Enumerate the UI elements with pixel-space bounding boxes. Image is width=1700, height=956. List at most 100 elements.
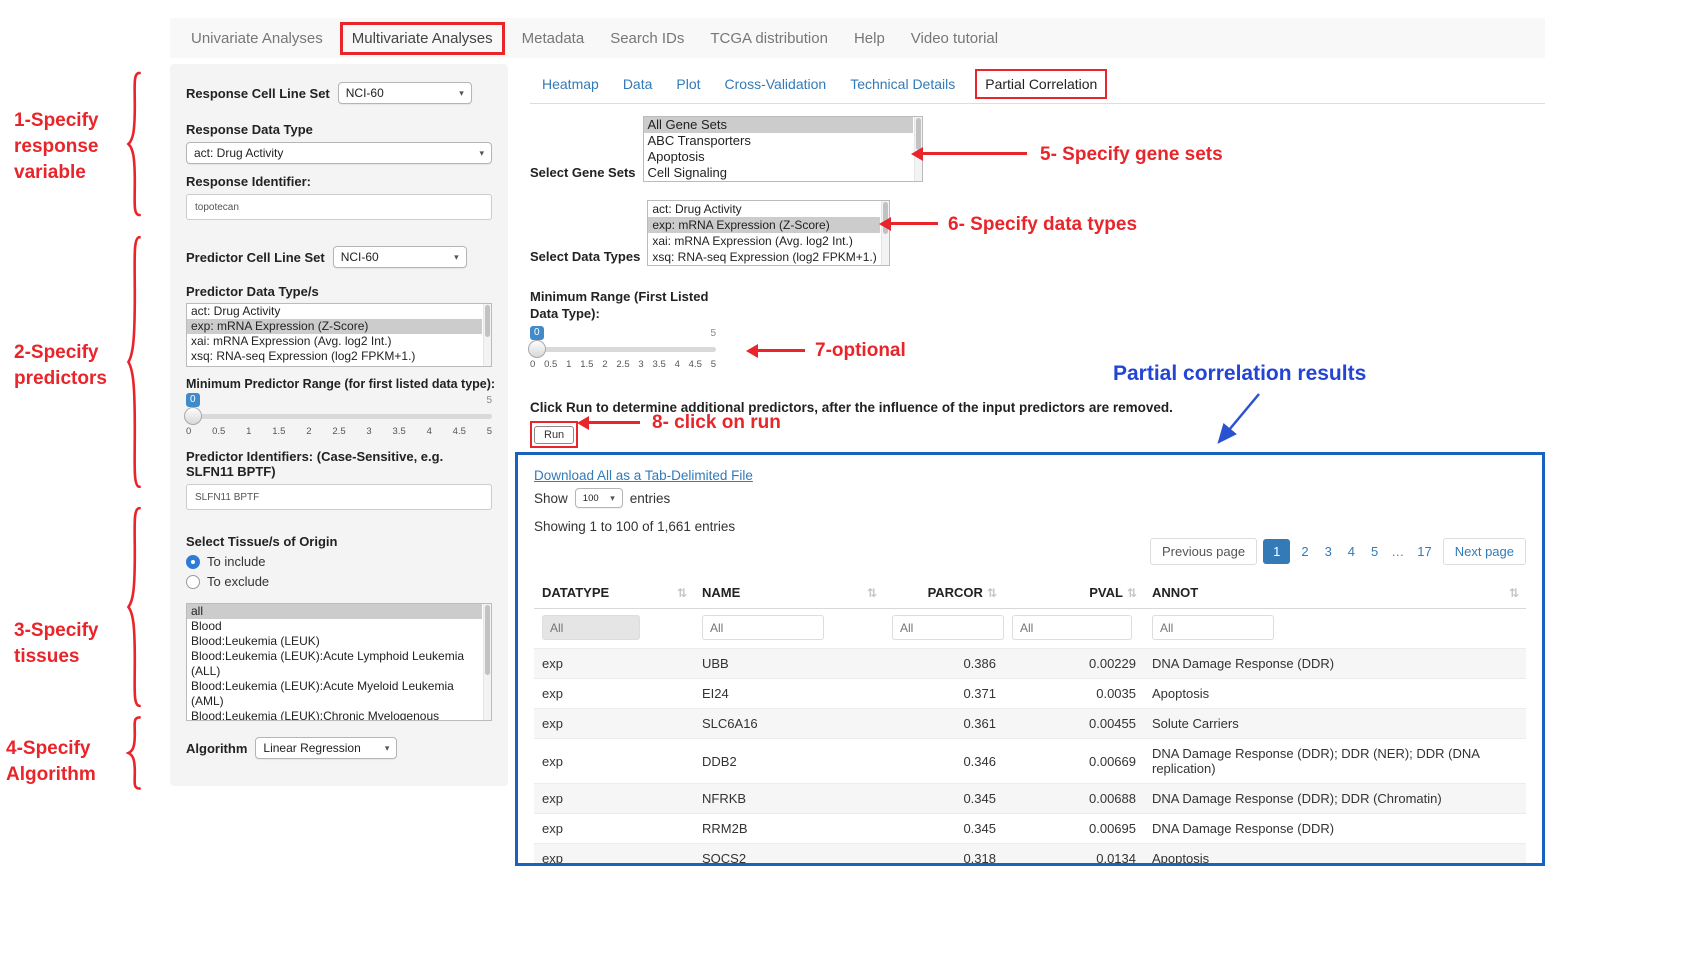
predictor-identifiers-input[interactable] bbox=[186, 484, 492, 510]
table-row: exp DDB2 0.346 0.00669 DNA Damage Respon… bbox=[534, 739, 1526, 784]
radio-selected-icon[interactable] bbox=[186, 555, 200, 569]
listbox-option[interactable]: xai: mRNA Expression (Avg. log2 Int.) bbox=[648, 233, 880, 249]
main-content: Heatmap Data Plot Cross-Validation Techn… bbox=[530, 64, 1545, 448]
cell-name: NFRKB bbox=[694, 784, 884, 814]
sort-icon[interactable]: ⇅ bbox=[1509, 586, 1518, 600]
tab-partial-correlation[interactable]: Partial Correlation bbox=[975, 69, 1107, 99]
filter-parcor-input[interactable] bbox=[892, 615, 1004, 640]
listbox-option[interactable]: Blood:Leukemia (LEUK):Chronic Myelogenou… bbox=[187, 709, 482, 721]
page-button-1[interactable]: 1 bbox=[1263, 539, 1290, 564]
arrow-left-icon bbox=[922, 152, 1027, 155]
column-header-parcor[interactable]: PARCOR⇅ bbox=[884, 577, 1004, 609]
listbox-option[interactable]: xsq: RNA-seq Expression (log2 FPKM+1.) bbox=[648, 249, 880, 265]
annotation-step2: 2-Specify predictors bbox=[14, 340, 124, 392]
gene-sets-listbox[interactable]: All Gene Sets ABC Transporters Apoptosis… bbox=[643, 116, 923, 182]
nav-multivariate-analyses[interactable]: Multivariate Analyses bbox=[340, 22, 505, 55]
page-button-4[interactable]: 4 bbox=[1343, 539, 1360, 564]
brace-icon bbox=[126, 504, 142, 710]
data-types-listbox[interactable]: act: Drug Activity exp: mRNA Expression … bbox=[647, 200, 890, 266]
listbox-option[interactable]: ABC Transporters bbox=[644, 133, 913, 149]
listbox-option-selected[interactable]: exp: mRNA Expression (Z-Score) bbox=[187, 319, 482, 334]
scrollbar-thumb[interactable] bbox=[916, 118, 921, 150]
tissue-include-option[interactable]: To include bbox=[186, 554, 492, 569]
tissues-listbox[interactable]: all Blood Blood:Leukemia (LEUK) Blood:Le… bbox=[186, 603, 492, 721]
previous-page-button[interactable]: Previous page bbox=[1150, 538, 1257, 565]
tab-cross-validation[interactable]: Cross-Validation bbox=[713, 76, 839, 92]
listbox-option[interactable]: act: Drug Activity bbox=[187, 304, 482, 319]
slider-handle[interactable] bbox=[528, 340, 546, 358]
listbox-option[interactable]: Blood:Leukemia (LEUK):Acute Myeloid Leuk… bbox=[187, 679, 482, 709]
table-filter-row bbox=[534, 609, 1526, 649]
nav-metadata[interactable]: Metadata bbox=[509, 30, 598, 47]
scrollbar-thumb[interactable] bbox=[485, 305, 490, 337]
filter-name-input[interactable] bbox=[702, 615, 824, 640]
filter-datatype-input[interactable] bbox=[542, 615, 640, 640]
tab-data[interactable]: Data bbox=[611, 76, 665, 92]
response-identifier-input[interactable] bbox=[186, 194, 492, 220]
next-page-button[interactable]: Next page bbox=[1443, 538, 1526, 565]
listbox-option[interactable]: Blood bbox=[187, 619, 482, 634]
result-tabs: Heatmap Data Plot Cross-Validation Techn… bbox=[530, 64, 1545, 104]
tab-heatmap[interactable]: Heatmap bbox=[530, 76, 611, 92]
scrollbar[interactable] bbox=[483, 304, 491, 366]
scrollbar[interactable] bbox=[483, 604, 491, 720]
slider-handle[interactable] bbox=[184, 407, 202, 425]
tick-label: 0.5 bbox=[544, 359, 557, 370]
tissue-include-label: To include bbox=[207, 554, 266, 569]
nav-tcga-distribution[interactable]: TCGA distribution bbox=[697, 30, 841, 47]
tick-label: 3 bbox=[638, 359, 643, 370]
radio-unselected-icon[interactable] bbox=[186, 575, 200, 589]
listbox-option[interactable]: Apoptosis bbox=[644, 149, 913, 165]
predictor-data-types-listbox[interactable]: act: Drug Activity exp: mRNA Expression … bbox=[186, 303, 492, 367]
column-header-datatype[interactable]: DATATYPE⇅ bbox=[534, 577, 694, 609]
tissue-exclude-option[interactable]: To exclude bbox=[186, 574, 492, 589]
tab-plot[interactable]: Plot bbox=[664, 76, 712, 92]
page-button-5[interactable]: 5 bbox=[1366, 539, 1383, 564]
column-header-name[interactable]: NAME⇅ bbox=[694, 577, 884, 609]
tick-label: 4 bbox=[675, 359, 680, 370]
sort-icon[interactable]: ⇅ bbox=[867, 586, 876, 600]
listbox-option[interactable]: Blood:Leukemia (LEUK):Acute Lymphoid Leu… bbox=[187, 649, 482, 679]
min-predictor-range-slider[interactable]: 0 5 0 0.5 1 1.5 2 2.5 3 3.5 4 4.5 5 bbox=[186, 393, 492, 441]
listbox-option-selected[interactable]: exp: mRNA Expression (Z-Score) bbox=[648, 217, 880, 233]
tab-technical-details[interactable]: Technical Details bbox=[838, 76, 967, 92]
nav-help[interactable]: Help bbox=[841, 30, 898, 47]
column-header-annot[interactable]: ANNOT⇅ bbox=[1144, 577, 1526, 609]
page-button-3[interactable]: 3 bbox=[1320, 539, 1337, 564]
slider-ticks: 0 0.5 1 1.5 2 2.5 3 3.5 4 4.5 5 bbox=[186, 426, 492, 437]
show-label: Show bbox=[534, 491, 568, 506]
show-entries-select[interactable]: 100 ▾ bbox=[575, 488, 623, 508]
listbox-option[interactable]: xsq: RNA-seq Expression (log2 FPKM+1.) bbox=[187, 349, 482, 364]
page-button-2[interactable]: 2 bbox=[1296, 539, 1313, 564]
listbox-option-selected[interactable]: all bbox=[187, 604, 482, 619]
sort-icon[interactable]: ⇅ bbox=[1127, 586, 1136, 600]
sort-icon[interactable]: ⇅ bbox=[677, 586, 686, 600]
scrollbar-thumb[interactable] bbox=[485, 605, 490, 675]
tick-label: 5 bbox=[711, 359, 716, 370]
listbox-option-selected[interactable]: All Gene Sets bbox=[644, 117, 913, 133]
download-all-link[interactable]: Download All as a Tab-Delimited File bbox=[534, 468, 753, 483]
predictor-cell-line-set-select[interactable]: NCI-60 ▾ bbox=[333, 246, 467, 268]
min-range-slider[interactable]: 0 5 0 0.5 1 1.5 2 2.5 3 3.5 4 4.5 5 bbox=[530, 326, 716, 374]
run-button[interactable]: Run bbox=[534, 426, 574, 444]
response-data-type-select[interactable]: act: Drug Activity ▾ bbox=[186, 142, 492, 164]
filter-annot-input[interactable] bbox=[1152, 615, 1274, 640]
column-header-pval[interactable]: PVAL⇅ bbox=[1004, 577, 1144, 609]
algorithm-value: Linear Regression bbox=[263, 741, 360, 755]
nav-univariate-analyses[interactable]: Univariate Analyses bbox=[178, 30, 336, 47]
sort-icon[interactable]: ⇅ bbox=[987, 586, 996, 600]
nav-video-tutorial[interactable]: Video tutorial bbox=[898, 30, 1011, 47]
response-cell-line-set-select[interactable]: NCI-60 ▾ bbox=[338, 82, 472, 104]
listbox-option[interactable]: Cell Signaling bbox=[644, 165, 913, 181]
page-button-17[interactable]: 17 bbox=[1412, 539, 1436, 564]
algorithm-select[interactable]: Linear Regression ▾ bbox=[255, 737, 397, 759]
listbox-option[interactable]: xai: mRNA Expression (Avg. log2 Int.) bbox=[187, 334, 482, 349]
scrollbar[interactable] bbox=[881, 201, 889, 265]
listbox-option[interactable]: act: Drug Activity bbox=[648, 201, 880, 217]
slider-track[interactable] bbox=[530, 347, 716, 352]
nav-search-ids[interactable]: Search IDs bbox=[597, 30, 697, 47]
listbox-option[interactable]: Blood:Leukemia (LEUK) bbox=[187, 634, 482, 649]
slider-track[interactable] bbox=[186, 414, 492, 419]
filter-pval-input[interactable] bbox=[1012, 615, 1132, 640]
table-row: exp UBB 0.386 0.00229 DNA Damage Respons… bbox=[534, 649, 1526, 679]
